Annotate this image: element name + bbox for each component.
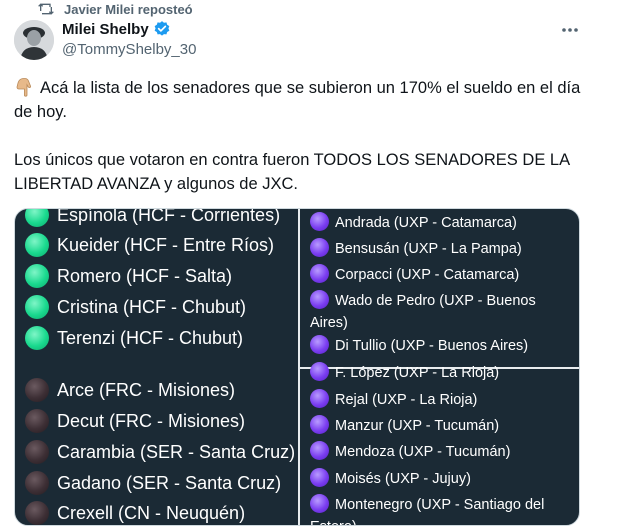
tweet-image[interactable]: Espínola (HCF - Corrientes) Kueider (HCF… — [14, 208, 580, 526]
pointing-down-hand-icon — [16, 78, 32, 97]
purple-circle-icon — [310, 468, 329, 487]
senator-name: Arce (FRC - Misiones) — [57, 379, 236, 400]
senator-item: Decut (FRC - Misiones) — [25, 409, 245, 433]
senator-name: Decut (FRC - Misiones) — [57, 410, 246, 431]
author-name-row[interactable]: Milei Shelby — [62, 20, 171, 38]
senator-name: Gadano (SER - Santa Cruz) — [57, 472, 282, 493]
purple-circle-icon — [310, 441, 329, 460]
senator-item: Montenegro (UXP - Santiago del Estero) — [310, 494, 572, 525]
senator-item: Moisés (UXP - Jujuy) — [310, 468, 572, 490]
purple-circle-icon — [310, 238, 329, 257]
purple-circle-icon — [310, 362, 329, 381]
green-circle-icon — [25, 264, 49, 288]
senator-name: Espínola (HCF - Corrientes) — [57, 208, 281, 225]
senator-name: Montenegro (UXP - Santiago del Estero) — [310, 497, 545, 525]
senator-name: Corpacci (UXP - Catamarca) — [335, 267, 520, 283]
senator-name: Mendoza (UXP - Tucumán) — [335, 444, 511, 460]
tweet-paragraph-2: Los únicos que votaron en contra fueron … — [14, 151, 570, 193]
avatar[interactable] — [14, 20, 54, 60]
purple-circle-icon — [310, 415, 329, 434]
repost-text: Javier Milei reposteó — [64, 1, 193, 17]
tweet-paragraph-1: Acá la lista de los senadores que se sub… — [14, 76, 594, 124]
green-circle-icon — [25, 326, 49, 350]
senator-name: Bensusán (UXP - La Pampa) — [335, 241, 522, 257]
senator-name: Rejal (UXP - La Rioja) — [335, 392, 478, 408]
tweet-text: Acá la lista de los senadores que se sub… — [14, 76, 594, 196]
repost-header[interactable]: Javier Milei reposteó — [38, 0, 193, 18]
senator-item: Mendoza (UXP - Tucumán) — [310, 441, 572, 463]
senator-name: Di Tullio (UXP - Buenos Aires) — [335, 338, 529, 354]
display-name[interactable]: Milei Shelby — [62, 21, 149, 38]
senator-item: Corpacci (UXP - Catamarca) — [310, 264, 572, 286]
purple-circle-icon — [310, 290, 329, 309]
senator-item: Bensusán (UXP - La Pampa) — [310, 238, 572, 260]
purple-circle-icon — [310, 335, 329, 354]
senator-item: Carambia (SER - Santa Cruz) — [25, 440, 295, 464]
dark-circle-icon — [25, 501, 49, 525]
purple-circle-icon — [310, 212, 329, 231]
senator-item: Di Tullio (UXP - Buenos Aires) — [310, 335, 572, 357]
senator-item: Andrada (UXP - Catamarca) — [310, 212, 572, 234]
senator-name: Terenzi (HCF - Chubut) — [57, 327, 244, 348]
purple-circle-icon — [310, 389, 329, 408]
senator-item: Arce (FRC - Misiones) — [25, 378, 235, 402]
more-options-icon[interactable] — [560, 22, 580, 38]
verified-badge-icon — [154, 21, 170, 36]
image-right-column: Andrada (UXP - Catamarca) Bensusán (UXP … — [298, 209, 579, 525]
senator-item: F. López (UXP - La Rioja) — [310, 362, 572, 384]
senator-item: Kueider (HCF - Entre Ríos) — [25, 233, 274, 257]
green-circle-icon — [25, 209, 49, 227]
senator-item: Gadano (SER - Santa Cruz) — [25, 471, 281, 495]
dark-circle-icon — [25, 440, 49, 464]
senator-item: Terenzi (HCF - Chubut) — [25, 326, 243, 350]
green-circle-icon — [25, 295, 49, 319]
senator-name: Crexell (CN - Neuquén) — [57, 502, 246, 523]
purple-circle-icon — [310, 264, 329, 283]
senator-item: Romero (HCF - Salta) — [25, 264, 232, 288]
senator-name: Andrada (UXP - Catamarca) — [335, 215, 517, 231]
senator-item: Manzur (UXP - Tucumán) — [310, 415, 572, 437]
senator-name: Manzur (UXP - Tucumán) — [335, 418, 500, 434]
author-handle[interactable]: @TommyShelby_30 — [62, 41, 196, 58]
senator-name: Romero (HCF - Salta) — [57, 265, 233, 286]
dark-circle-icon — [25, 409, 49, 433]
senator-name: Kueider (HCF - Entre Ríos) — [57, 234, 275, 255]
senator-item: Cristina (HCF - Chubut) — [25, 295, 246, 319]
senator-name: Moisés (UXP - Jujuy) — [335, 471, 471, 487]
dark-circle-icon — [25, 471, 49, 495]
senator-item: Wado de Pedro (UXP - Buenos Aires) — [310, 290, 572, 334]
senator-name: Carambia (SER - Santa Cruz) — [57, 441, 296, 462]
senator-name: Cristina (HCF - Chubut) — [57, 296, 247, 317]
senator-name: F. López (UXP - La Rioja) — [335, 365, 500, 381]
senator-name: Wado de Pedro (UXP - Buenos Aires) — [310, 293, 536, 331]
senator-item: Rejal (UXP - La Rioja) — [310, 389, 572, 411]
avatar-image — [14, 20, 54, 60]
senator-item: Crexell (CN - Neuquén) — [25, 501, 245, 525]
image-left-column: Espínola (HCF - Corrientes) Kueider (HCF… — [15, 208, 298, 525]
dark-circle-icon — [25, 378, 49, 402]
tweet-line-1: Acá la lista de los senadores que se sub… — [14, 79, 581, 121]
purple-circle-icon — [310, 494, 329, 513]
repost-icon — [38, 3, 54, 15]
green-circle-icon — [25, 233, 49, 257]
senator-item: Espínola (HCF - Corrientes) — [25, 208, 281, 227]
